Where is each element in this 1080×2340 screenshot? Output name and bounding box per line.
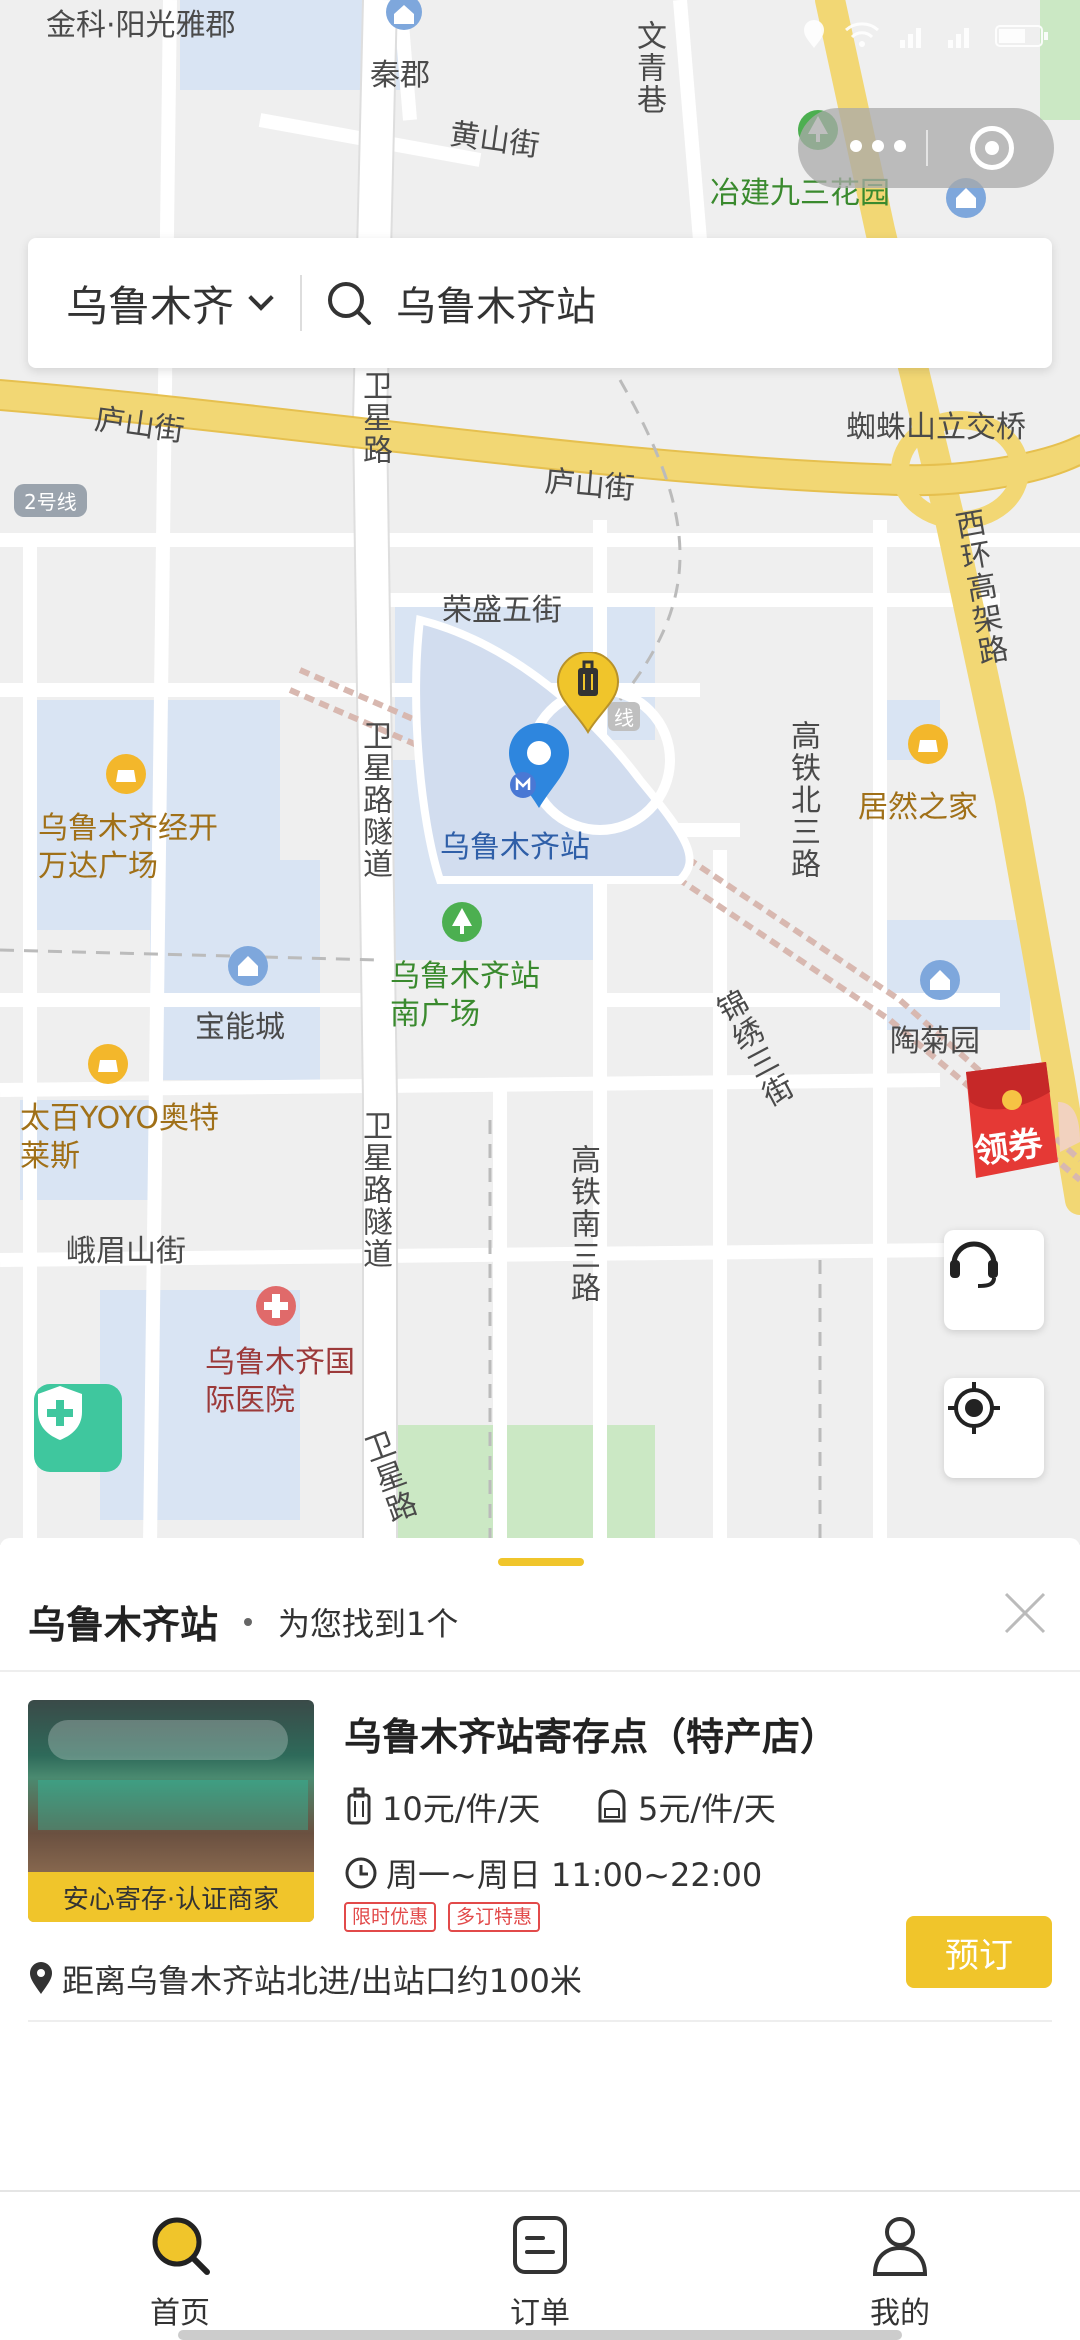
tab-orders-label: 订单 <box>510 2296 570 2331</box>
hours-text: 周一~周日 11:00~22:00 <box>386 1856 763 1894</box>
map-view[interactable]: 金科·阳光雅郡 秦郡 文青巷 黄山街 冶建九三花园 庐山街 庐山街 蜘蛛山立交桥… <box>0 0 1080 1545</box>
battery-icon <box>995 25 1048 47</box>
search-input[interactable] <box>396 280 897 326</box>
shopping-icon <box>908 724 948 764</box>
map-label-station: 乌鲁木齐站 <box>440 830 590 865</box>
book-button[interactable]: 预订 <box>906 1916 1052 1988</box>
tab-home[interactable]: 首页 <box>80 2192 280 2340</box>
map-label-station-south: 乌鲁木齐站南广场 <box>390 959 540 1032</box>
city-label: 乌鲁木齐 <box>66 281 235 331</box>
station-name: 乌鲁木齐站 <box>28 1603 219 1647</box>
luggage-price-text: 10元/件/天 <box>382 1790 541 1828</box>
distance-info: 距离乌鲁木齐站北进/出站口约100米 <box>28 1956 582 2002</box>
close-icon[interactable] <box>1000 1588 1050 1638</box>
miniprogram-capsule <box>798 108 1054 188</box>
promo-tag: 限时优惠 <box>344 1902 437 1932</box>
wifi-icon <box>845 22 879 47</box>
metro-icon <box>510 772 536 798</box>
status-bar <box>0 0 1080 60</box>
shopping-icon <box>106 754 146 794</box>
map-label-zhizhu: 蜘蛛山立交桥 <box>846 410 1026 445</box>
map-label-yoyo: 太百YOYO奥特莱斯 <box>20 1101 219 1174</box>
house-icon <box>920 960 960 1000</box>
map-label-weixing: 卫星路 <box>357 370 392 466</box>
search-bar: 乌鲁木齐 <box>28 238 1052 368</box>
order-icon <box>513 2216 567 2274</box>
city-selector[interactable]: 乌鲁木齐 <box>28 273 274 334</box>
map-label-line2: 2号线 <box>14 484 87 517</box>
shopping-icon <box>88 1044 128 1084</box>
headset-icon <box>950 1241 998 1288</box>
location-icon <box>804 20 824 48</box>
map-label-hospital: 乌鲁木齐国际医院 <box>205 1345 355 1418</box>
more-button[interactable] <box>850 140 906 152</box>
home-indicator <box>178 2330 902 2340</box>
tab-home-label: 首页 <box>150 2296 210 2331</box>
bag-price: 5元/件/天 <box>594 1784 776 1830</box>
map-label-gaotiebei: 高铁北三路 <box>785 720 820 880</box>
tab-mine-label: 我的 <box>870 2296 930 2331</box>
suitcase-icon <box>347 1787 371 1825</box>
house-icon <box>228 946 268 986</box>
locate-me-button[interactable] <box>944 1378 1044 1478</box>
map-label-lushan-east: 庐山街 <box>543 464 637 507</box>
drag-handle[interactable] <box>498 1558 584 1566</box>
certified-badge: 安心寄存·认证商家 <box>28 1872 314 1922</box>
map-label-gaotienan: 高铁南三路 <box>565 1144 600 1304</box>
backpack-icon <box>598 1789 626 1823</box>
business-hours: 周一~周日 11:00~22:00 <box>344 1850 762 1896</box>
separator-dot <box>244 1617 253 1626</box>
clock-icon <box>345 1857 377 1889</box>
search-divider <box>300 275 303 331</box>
results-header: 乌鲁木齐站 为您找到1个 <box>28 1594 458 1649</box>
user-icon <box>872 2217 928 2276</box>
shield-plus-icon <box>38 1386 82 1440</box>
map-label-juran: 居然之家 <box>858 790 978 825</box>
map-label-wanda: 乌鲁木齐经开万达广场 <box>38 811 218 884</box>
search-icon <box>152 2217 210 2275</box>
tab-orders[interactable]: 订单 <box>440 2192 640 2340</box>
store-card[interactable]: 安心寄存·认证商家 乌鲁木齐站寄存点（特产店） 10元/件/天 5元/件/天 周… <box>28 1700 1052 2030</box>
promo-tag: 多订特惠 <box>448 1902 541 1932</box>
crosshair-icon <box>948 1382 1000 1434</box>
store-title: 乌鲁木齐站寄存点（特产店） <box>344 1715 839 1759</box>
search-icon <box>328 282 372 325</box>
distance-text: 距离乌鲁木齐站北进/出站口约100米 <box>62 1962 582 2000</box>
tab-mine[interactable]: 我的 <box>800 2192 1000 2340</box>
signal-icon <box>948 28 969 48</box>
close-miniprogram-button[interactable] <box>970 126 1014 170</box>
hospital-icon <box>256 1286 296 1326</box>
map-label-weixing-tunnel2: 卫星路隧道 <box>357 1110 392 1270</box>
store-photo: 安心寄存·认证商家 <box>28 1700 314 1922</box>
map-label-rongsheng: 荣盛五街 <box>442 593 562 628</box>
divider <box>28 2020 1052 2022</box>
results-count: 为您找到1个 <box>278 1604 459 1643</box>
coupon-button[interactable]: 领券 <box>946 1062 1080 1184</box>
bag-price-text: 5元/件/天 <box>638 1790 776 1828</box>
tree-icon <box>442 902 482 942</box>
safety-shield-button[interactable] <box>34 1384 122 1472</box>
map-pin-icon <box>30 1962 52 1994</box>
bottom-tab-bar: 首页 订单 我的 <box>0 2190 1080 2340</box>
map-label-taoju: 陶菊园 <box>890 1024 980 1059</box>
customer-service-button[interactable] <box>944 1230 1044 1330</box>
promo-tags: 限时优惠 多订特惠 <box>344 1902 541 1932</box>
luggage-price: 10元/件/天 <box>344 1784 540 1830</box>
map-label-weixing-tunnel: 卫星路隧道 <box>357 720 392 880</box>
map-label-baoneng: 宝能城 <box>195 1010 285 1045</box>
divider <box>0 1670 1080 1672</box>
map-label-emei: 峨眉山街 <box>66 1234 186 1269</box>
coupon-label: 领券 <box>972 1123 1045 1173</box>
signal-icon <box>900 28 921 48</box>
results-panel: 乌鲁木齐站 为您找到1个 安心寄存·认证商家 乌鲁木齐站寄存点（特产店） 10元… <box>0 1538 1080 2188</box>
chevron-down-icon <box>248 285 274 311</box>
